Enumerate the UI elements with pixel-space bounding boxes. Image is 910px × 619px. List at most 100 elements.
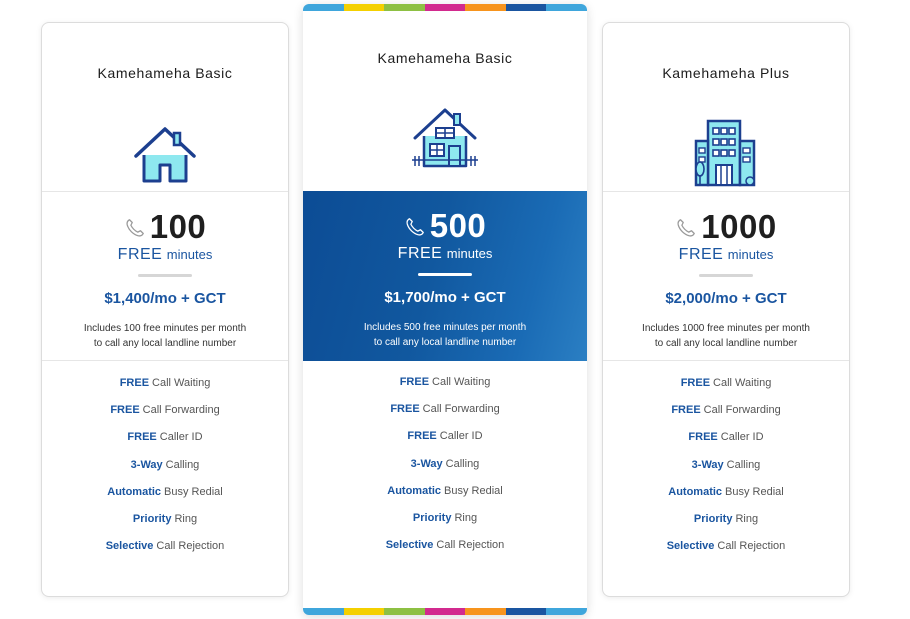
- free-label: FREE: [117, 246, 163, 263]
- plan-name: Kamehameha Basic: [97, 65, 233, 81]
- divider: [699, 274, 753, 277]
- plan-description: Includes 100 free minutes per month to c…: [60, 321, 270, 351]
- feature-item: Automatic Busy Redial: [303, 485, 587, 512]
- feature-bold: FREE: [680, 377, 711, 389]
- feature-bold: Automatic: [668, 485, 723, 498]
- feature-item: Automatic Busy Redial: [42, 486, 288, 513]
- feature-bold: FREE: [688, 431, 718, 444]
- price-block-featured: 500 FREE minutes $1,700/mo + GCT Include…: [303, 191, 587, 361]
- feature-bold: Selective: [666, 540, 715, 553]
- price-block: 100 FREE minutes $1,400/mo + GCT Include…: [42, 191, 288, 361]
- feature-item: FREE Call Forwarding: [303, 403, 587, 430]
- desc-line-2: to call any local landline number: [654, 338, 798, 349]
- phone-icon: [126, 219, 144, 237]
- feature-text: Busy Redial: [444, 484, 503, 497]
- feature-item: FREE Call Forwarding: [42, 404, 288, 431]
- feature-bold: FREE: [671, 404, 701, 417]
- feature-bold: 3-Way: [410, 457, 443, 470]
- feature-bold: FREE: [407, 430, 437, 443]
- feature-text: Ring: [174, 512, 198, 525]
- desc-line-2: to call any local landline number: [93, 338, 237, 349]
- feature-item: Selective Call Rejection: [42, 540, 288, 567]
- feature-text: Busy Redial: [725, 485, 784, 498]
- desc-line-2: to call any local landline number: [373, 337, 517, 348]
- plan-description: Includes 1000 free minutes per month to …: [621, 321, 831, 351]
- house-outline-icon: [132, 119, 198, 190]
- phone-icon: [677, 219, 696, 237]
- feature-text: Call Forwarding: [422, 403, 500, 416]
- feature-bold: Priority: [693, 512, 733, 525]
- feature-text: Ring: [454, 511, 478, 524]
- feature-bold: Automatic: [107, 485, 162, 498]
- feature-list: FREE Call Waiting FREE Call Forwarding FRE…: [42, 377, 288, 567]
- divider: [138, 274, 192, 277]
- desc-line-1: Includes 500 free minutes per month: [363, 322, 527, 333]
- feature-text: Call Rejection: [717, 540, 786, 553]
- feature-item: 3-Way Calling: [42, 459, 288, 486]
- price-block: 1000 FREE minutes $2,000/mo + GCT Includ…: [603, 191, 849, 361]
- color-stripe-bottom: [303, 608, 587, 615]
- feature-item: Priority Ring: [303, 512, 587, 539]
- feature-item: 3-Way Calling: [303, 458, 587, 485]
- feature-bold: FREE: [399, 376, 430, 388]
- minutes-count: 1000: [701, 208, 777, 245]
- divider: [418, 273, 472, 276]
- feature-item: Selective Call Rejection: [603, 540, 849, 567]
- phone-icon: [406, 218, 424, 236]
- feature-item: FREE Caller ID: [42, 431, 288, 458]
- plan-name: Kamehameha Basic: [377, 50, 513, 66]
- plan-card-plus-1000: Kamehameha Plus 1000 FREE minutes $2,000…: [602, 22, 850, 597]
- plan-card-basic-500-featured: Kamehameha Basic 500 FREE minutes $1,700…: [303, 4, 587, 615]
- feature-item: FREE Caller ID: [603, 431, 849, 458]
- free-label: FREE: [397, 245, 443, 262]
- feature-item: Priority Ring: [42, 513, 288, 540]
- feature-bold: FREE: [390, 403, 420, 416]
- feature-text: Caller ID: [720, 431, 764, 444]
- office-building-icon: [692, 119, 760, 192]
- feature-text: Call Waiting: [432, 376, 491, 388]
- feature-text: Busy Redial: [164, 485, 223, 498]
- plan-description: Includes 500 free minutes per month to c…: [321, 320, 569, 350]
- feature-text: Call Rejection: [156, 540, 225, 553]
- feature-text: Call Waiting: [713, 377, 772, 389]
- feature-item: FREE Call Forwarding: [603, 404, 849, 431]
- feature-bold: FREE: [110, 404, 140, 417]
- desc-line-1: Includes 100 free minutes per month: [83, 323, 247, 334]
- feature-item: Selective Call Rejection: [303, 539, 587, 566]
- plan-price: $2,000/mo + GCT: [665, 290, 787, 307]
- desc-line-1: Includes 1000 free minutes per month: [642, 323, 810, 334]
- feature-text: Calling: [165, 458, 200, 471]
- feature-bold: 3-Way: [691, 458, 724, 471]
- feature-text: Call Waiting: [152, 377, 211, 389]
- plan-card-basic-100: Kamehameha Basic 100 FREE minutes $1,400…: [41, 22, 289, 597]
- feature-bold: Selective: [105, 540, 154, 553]
- house-detailed-icon: [410, 102, 480, 177]
- feature-text: Ring: [735, 512, 759, 525]
- minutes-label: minutes: [166, 247, 213, 262]
- color-stripe-top: [303, 4, 587, 11]
- feature-text: Call Forwarding: [703, 404, 781, 417]
- feature-bold: Selective: [385, 539, 434, 552]
- feature-bold: 3-Way: [130, 458, 163, 471]
- minutes-label: minutes: [446, 246, 493, 261]
- plan-name: Kamehameha Plus: [662, 65, 790, 81]
- free-label: FREE: [678, 246, 724, 263]
- feature-text: Calling: [726, 458, 761, 471]
- feature-item: Priority Ring: [603, 513, 849, 540]
- feature-bold: Priority: [132, 512, 172, 525]
- feature-text: Call Forwarding: [142, 404, 220, 417]
- feature-item: FREE Call Waiting: [603, 377, 849, 404]
- feature-text: Caller ID: [159, 431, 203, 444]
- feature-text: Caller ID: [439, 430, 483, 443]
- feature-bold: Priority: [412, 511, 452, 524]
- feature-item: 3-Way Calling: [603, 459, 849, 486]
- feature-item: FREE Caller ID: [303, 430, 587, 457]
- feature-bold: Automatic: [387, 484, 442, 497]
- plan-price: $1,700/mo + GCT: [384, 289, 506, 306]
- feature-item: Automatic Busy Redial: [603, 486, 849, 513]
- minutes-label: minutes: [727, 247, 774, 262]
- feature-item: FREE Call Waiting: [303, 376, 587, 403]
- feature-list: FREE Call Waiting FREE Call Forwarding FRE…: [303, 376, 587, 566]
- feature-text: Calling: [445, 457, 480, 470]
- feature-text: Call Rejection: [436, 539, 505, 552]
